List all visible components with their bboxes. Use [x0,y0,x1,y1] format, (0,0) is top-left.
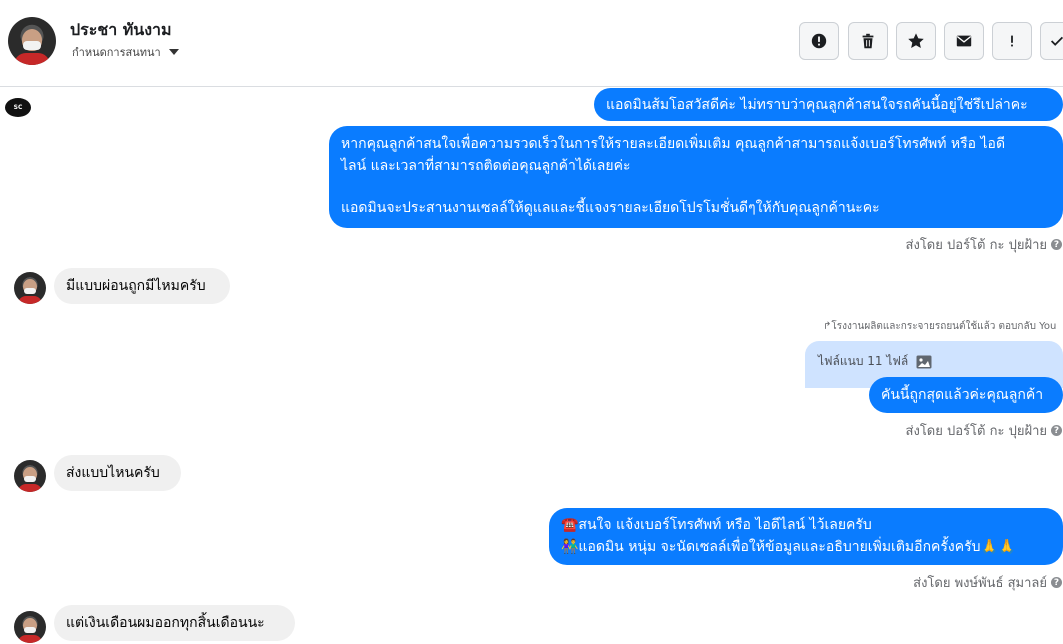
attachment-label[interactable]: ไฟล์แนบ 11 ไฟล์ [818,352,932,371]
trash-icon [862,33,874,49]
conversation-header: ประชา ทันงาม กำหนดการสนทนา [0,0,1063,87]
alert-circle-icon [811,33,827,49]
mark-spam-button[interactable] [799,22,839,60]
follow-up-button[interactable] [992,22,1032,60]
page-logo: SC [5,98,31,117]
exclamation-icon [1011,35,1013,47]
assign-conversation-dropdown[interactable]: กำหนดการสนทนา [72,43,179,61]
question-icon[interactable]: ? [1051,239,1062,250]
outgoing-message[interactable]: คันนี้ถูกสุดแล้วค่ะคุณลูกค้า [869,377,1063,413]
message-text: แอดมินส้มโอสวัสดีค่ะ ไม่ทราบว่าคุณลูกค้า… [606,97,1028,113]
contact-name[interactable]: ประชา ทันงาม [70,18,172,43]
contact-avatar[interactable] [8,17,56,65]
message-text: มีแบบผ่อนถูกมีไหมครับ [66,278,206,294]
star-icon [908,33,924,49]
incoming-message[interactable]: ส่งแบบไหนครับ [54,455,181,491]
outgoing-message[interactable]: หากคุณลูกค้าสนใจเพื่อความรวดเร็วในการให้… [329,126,1063,228]
message-text: ส่งแบบไหนครับ [66,465,160,481]
contact-avatar-small[interactable] [14,611,46,643]
message-text: ไลน์ และเวลาที่สามารถติดต่อคุณลูกค้าได้เ… [341,158,631,174]
outgoing-message[interactable]: ☎️สนใจ แจ้งเบอร์โทรศัพท์ หรือ ไอดีไลน์ ไ… [549,508,1063,565]
caret-down-icon [168,49,179,55]
envelope-icon [956,35,972,47]
contact-avatar-small[interactable] [14,272,46,304]
sent-by-label: ส่งโดย ปอร์โต้ กะ ปุยฝ้าย ? [906,420,1062,441]
sent-by-label: ส่งโดย ปอร์โต้ กะ ปุยฝ้าย ? [906,234,1062,255]
assign-label: กำหนดการสนทนา [72,46,161,59]
reply-context: ↱โรงงานผลิตและกระจายรถยนต์ใช้แล้ว ตอบกลั… [823,321,1057,332]
sent-by-text: ส่งโดย พงษ์พันธ์ สุมาลย์ [913,576,1047,591]
message-text: หากคุณลูกค้าสนใจเพื่อความรวดเร็วในการให้… [341,136,1006,152]
sent-by-label: ส่งโดย พงษ์พันธ์ สุมาลย์ ? [913,572,1062,593]
message-text: แอดมินจะประสานงานเซลล์ให้ดูแลและชี้แจงรา… [341,200,880,216]
contact-avatar-small[interactable] [14,460,46,492]
question-icon[interactable]: ? [1051,577,1062,588]
message-text: 👫แอดมิน หนุ่ม จะนัดเซลล์เพื่อให้ข้อมูลแล… [561,539,1016,555]
image-icon [916,355,932,368]
sent-by-text: ส่งโดย ปอร์โต้ กะ ปุยฝ้าย [905,238,1047,253]
incoming-message[interactable]: แต่เงินเดือนผมออกทุกสิ้นเดือนนะ [54,605,295,641]
incoming-message[interactable]: มีแบบผ่อนถูกมีไหมครับ [54,268,230,304]
message-text: คันนี้ถูกสุดแล้วค่ะคุณลูกค้า [881,387,1044,403]
delete-button[interactable] [848,22,888,60]
mark-unread-button[interactable] [944,22,984,60]
outgoing-message[interactable]: แอดมินส้มโอสวัสดีค่ะ ไม่ทราบว่าคุณลูกค้า… [594,88,1063,121]
sent-by-text: ส่งโดย ปอร์โต้ กะ ปุยฝ้าย [905,424,1047,439]
question-icon[interactable]: ? [1051,425,1062,436]
star-button[interactable] [896,22,936,60]
check-icon [1050,36,1063,46]
message-text: แต่เงินเดือนผมออกทุกสิ้นเดือนนะ [66,615,265,631]
message-text: ☎️สนใจ แจ้งเบอร์โทรศัพท์ หรือ ไอดีไลน์ ไ… [561,517,872,533]
mark-done-button[interactable] [1040,22,1063,60]
attachment-count: ไฟล์แนบ 11 ไฟล์ [818,354,909,368]
